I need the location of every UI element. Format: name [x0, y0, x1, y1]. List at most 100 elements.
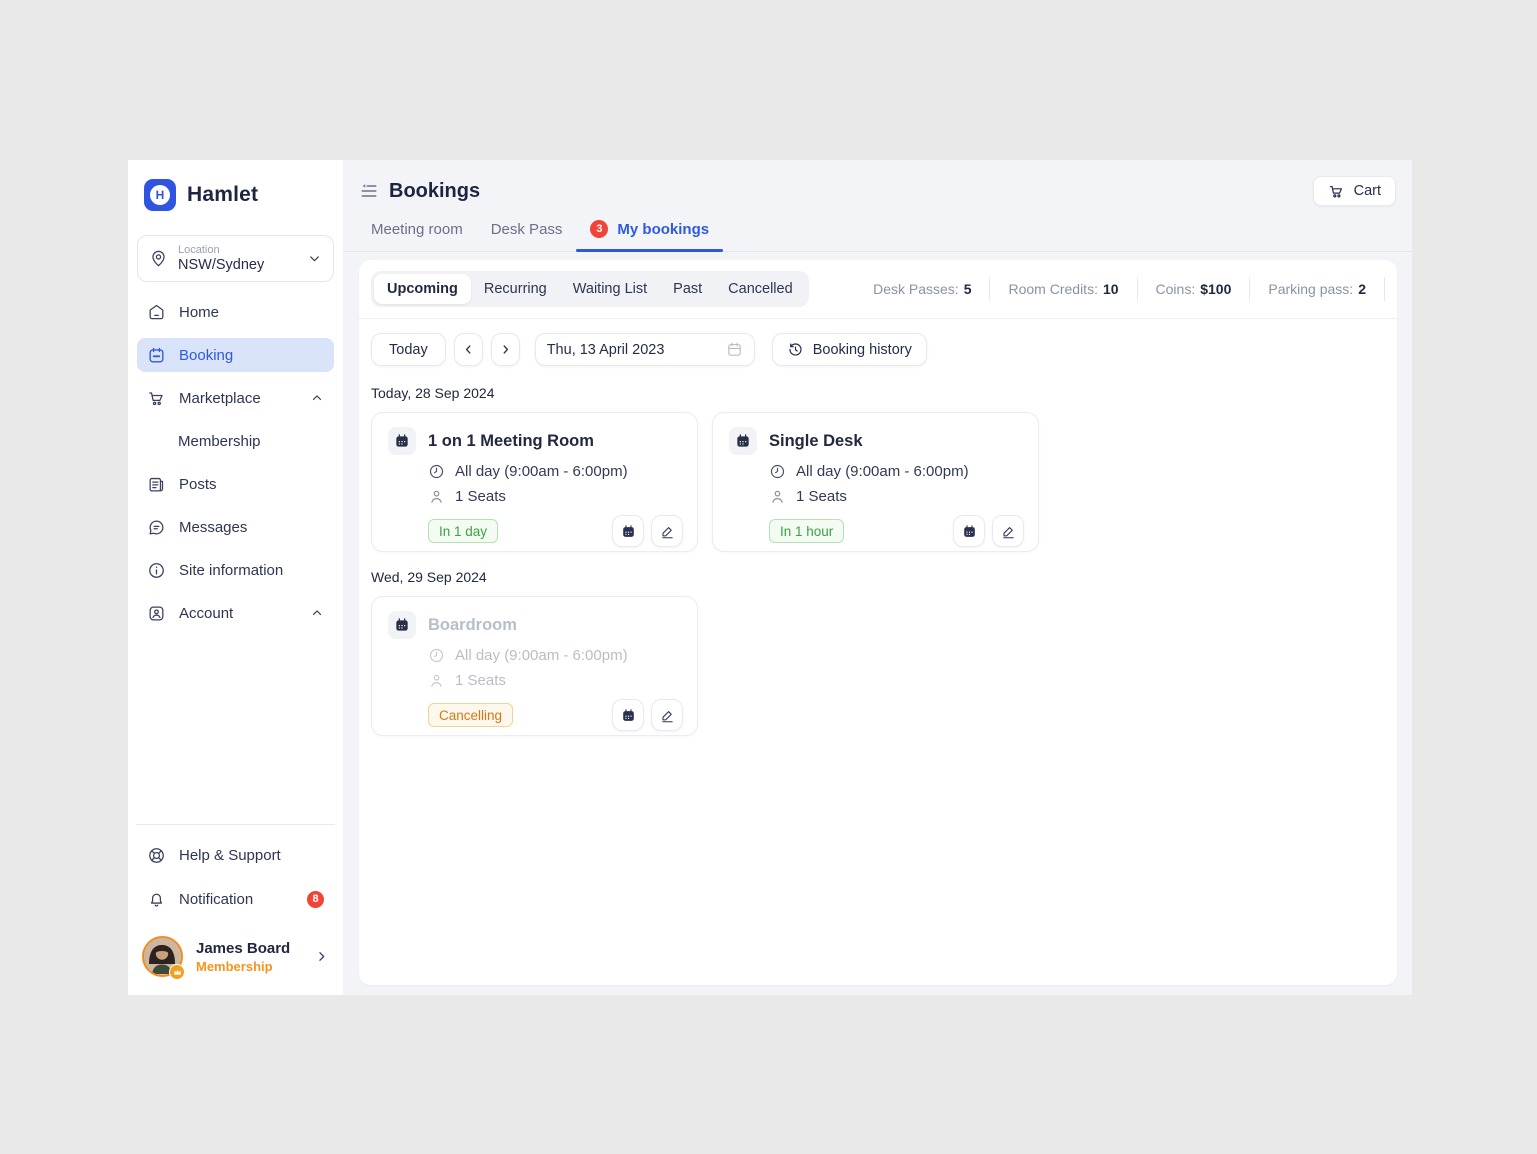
booking-title: Boardroom	[428, 616, 517, 635]
status-badge: In 1 hour	[769, 519, 844, 543]
tab-desk-pass[interactable]: Desk Pass	[491, 221, 563, 251]
avatar	[142, 936, 183, 977]
reschedule-button[interactable]	[953, 515, 985, 547]
booking-time-row: All day (9:00am - 6:00pm)	[428, 463, 683, 480]
chat-icon	[147, 518, 166, 537]
person-icon	[769, 488, 786, 505]
sidebar-item-notification[interactable]: Notification 8	[137, 882, 334, 916]
section-date-heading: Today, 28 Sep 2024	[359, 368, 1397, 412]
sidebar-footer: Help & Support Notification 8	[137, 824, 334, 985]
booking-title: 1 on 1 Meeting Room	[428, 432, 594, 451]
prev-day-button[interactable]	[454, 333, 483, 366]
stat-desk-passes: Desk Passes:5	[855, 277, 990, 301]
tab-my-bookings[interactable]: 3 My bookings	[590, 220, 709, 251]
sidebar-item-label: Messages	[179, 519, 247, 536]
booking-time-row: All day (9:00am - 6:00pm)	[769, 463, 1024, 480]
location-selector[interactable]: Location NSW/Sydney	[137, 235, 334, 282]
segment-past[interactable]: Past	[660, 274, 715, 304]
cart-label: Cart	[1354, 183, 1381, 199]
today-button[interactable]: Today	[371, 333, 446, 366]
tabs: Meeting room Desk Pass 3 My bookings	[343, 214, 1412, 252]
sidebar-item-label: Help & Support	[179, 847, 281, 864]
clock-icon	[769, 463, 786, 480]
collapse-sidebar-icon[interactable]	[359, 181, 379, 201]
profile-plan: Membership	[196, 959, 290, 974]
booking-time-row: All day (9:00am - 6:00pm)	[428, 647, 683, 664]
booking-seats-row: 1 Seats	[428, 672, 683, 689]
section-date-heading: Wed, 29 Sep 2024	[359, 552, 1397, 596]
location-pin-icon	[149, 249, 168, 268]
booking-history-button[interactable]: Booking history	[772, 333, 927, 366]
calendar-icon	[147, 346, 166, 365]
date-value: Thu, 13 April 2023	[547, 342, 665, 358]
booking-title: Single Desk	[769, 432, 863, 451]
sidebar-item-messages[interactable]: Messages	[137, 510, 334, 544]
edit-button[interactable]	[992, 515, 1024, 547]
home-icon	[147, 303, 166, 322]
booking-seats-row: 1 Seats	[428, 488, 683, 505]
reschedule-button[interactable]	[612, 515, 644, 547]
sidebar-item-help-support[interactable]: Help & Support	[137, 838, 334, 872]
filters-row: Upcoming Recurring Waiting List Past Can…	[359, 260, 1397, 319]
my-bookings-count-badge: 3	[590, 220, 608, 238]
divider	[136, 824, 335, 825]
segment-cancelled[interactable]: Cancelled	[715, 274, 806, 304]
desktop-canvas: H Hamlet Location NSW/Sydney	[0, 0, 1537, 1154]
calendar-tile-icon	[388, 427, 416, 455]
location-label: Location	[178, 244, 264, 256]
chevron-up-icon	[310, 606, 324, 620]
sidebar-item-marketplace[interactable]: Marketplace	[137, 381, 334, 415]
status-badge: Cancelling	[428, 703, 513, 727]
reschedule-button[interactable]	[612, 699, 644, 731]
booking-cards-row: 1 on 1 Meeting Room All day (9:00am - 6:…	[359, 412, 1397, 552]
sidebar-item-membership[interactable]: Membership	[137, 424, 334, 458]
chevron-right-icon	[314, 949, 329, 964]
sidebar-item-site-information[interactable]: Site information	[137, 553, 334, 587]
person-icon	[428, 488, 445, 505]
sidebar-item-label: Home	[179, 304, 219, 321]
edit-button[interactable]	[651, 699, 683, 731]
stat-coins: Coins:$100	[1138, 277, 1251, 301]
date-picker-field[interactable]: Thu, 13 April 2023	[535, 333, 755, 366]
sidebar: H Hamlet Location NSW/Sydney	[128, 160, 343, 995]
calendar-tile-icon	[388, 611, 416, 639]
tab-meeting-room[interactable]: Meeting room	[371, 221, 463, 251]
sidebar-nav: Home Booking Marketplace	[137, 295, 334, 630]
newspaper-icon	[147, 475, 166, 494]
profile-row[interactable]: James Board Membership	[137, 930, 334, 985]
sidebar-item-label: Booking	[179, 347, 233, 364]
edit-button[interactable]	[651, 515, 683, 547]
sidebar-item-home[interactable]: Home	[137, 295, 334, 329]
app-window: H Hamlet Location NSW/Sydney	[128, 160, 1412, 995]
main-area: Bookings Cart Meeting room Desk Pass 3	[343, 160, 1412, 995]
segment-waiting-list[interactable]: Waiting List	[560, 274, 660, 304]
next-day-button[interactable]	[491, 333, 520, 366]
sidebar-item-account[interactable]: Account	[137, 596, 334, 630]
credit-stats: Desk Passes:5 Room Credits:10 Coins:$100…	[855, 277, 1385, 301]
stat-parking-pass: Parking pass:2	[1250, 277, 1385, 301]
history-icon	[787, 341, 804, 358]
sidebar-item-label: Account	[179, 605, 233, 622]
segment-upcoming[interactable]: Upcoming	[374, 274, 471, 304]
sidebar-item-label: Site information	[179, 562, 283, 579]
person-icon	[428, 672, 445, 689]
content-panel: Upcoming Recurring Waiting List Past Can…	[359, 260, 1397, 985]
calendar-tile-icon	[729, 427, 757, 455]
sidebar-item-posts[interactable]: Posts	[137, 467, 334, 501]
profile-name: James Board	[196, 940, 290, 957]
account-icon	[147, 604, 166, 623]
sidebar-item-booking[interactable]: Booking	[137, 338, 334, 372]
calendar-icon	[726, 341, 743, 358]
sidebar-item-label: Posts	[179, 476, 217, 493]
booking-card-cancelling: Boardroom All day (9:00am - 6:00pm)	[371, 596, 698, 736]
clock-icon	[428, 647, 445, 664]
location-value: NSW/Sydney	[178, 257, 264, 273]
notification-count-badge: 8	[307, 891, 324, 908]
sidebar-item-label: Notification	[179, 891, 253, 908]
segment-recurring[interactable]: Recurring	[471, 274, 560, 304]
cart-button[interactable]: Cart	[1313, 176, 1396, 206]
crown-icon	[169, 964, 185, 980]
page-title: Bookings	[389, 180, 480, 203]
status-segmented-control: Upcoming Recurring Waiting List Past Can…	[371, 271, 809, 307]
sidebar-item-label: Membership	[178, 433, 261, 450]
